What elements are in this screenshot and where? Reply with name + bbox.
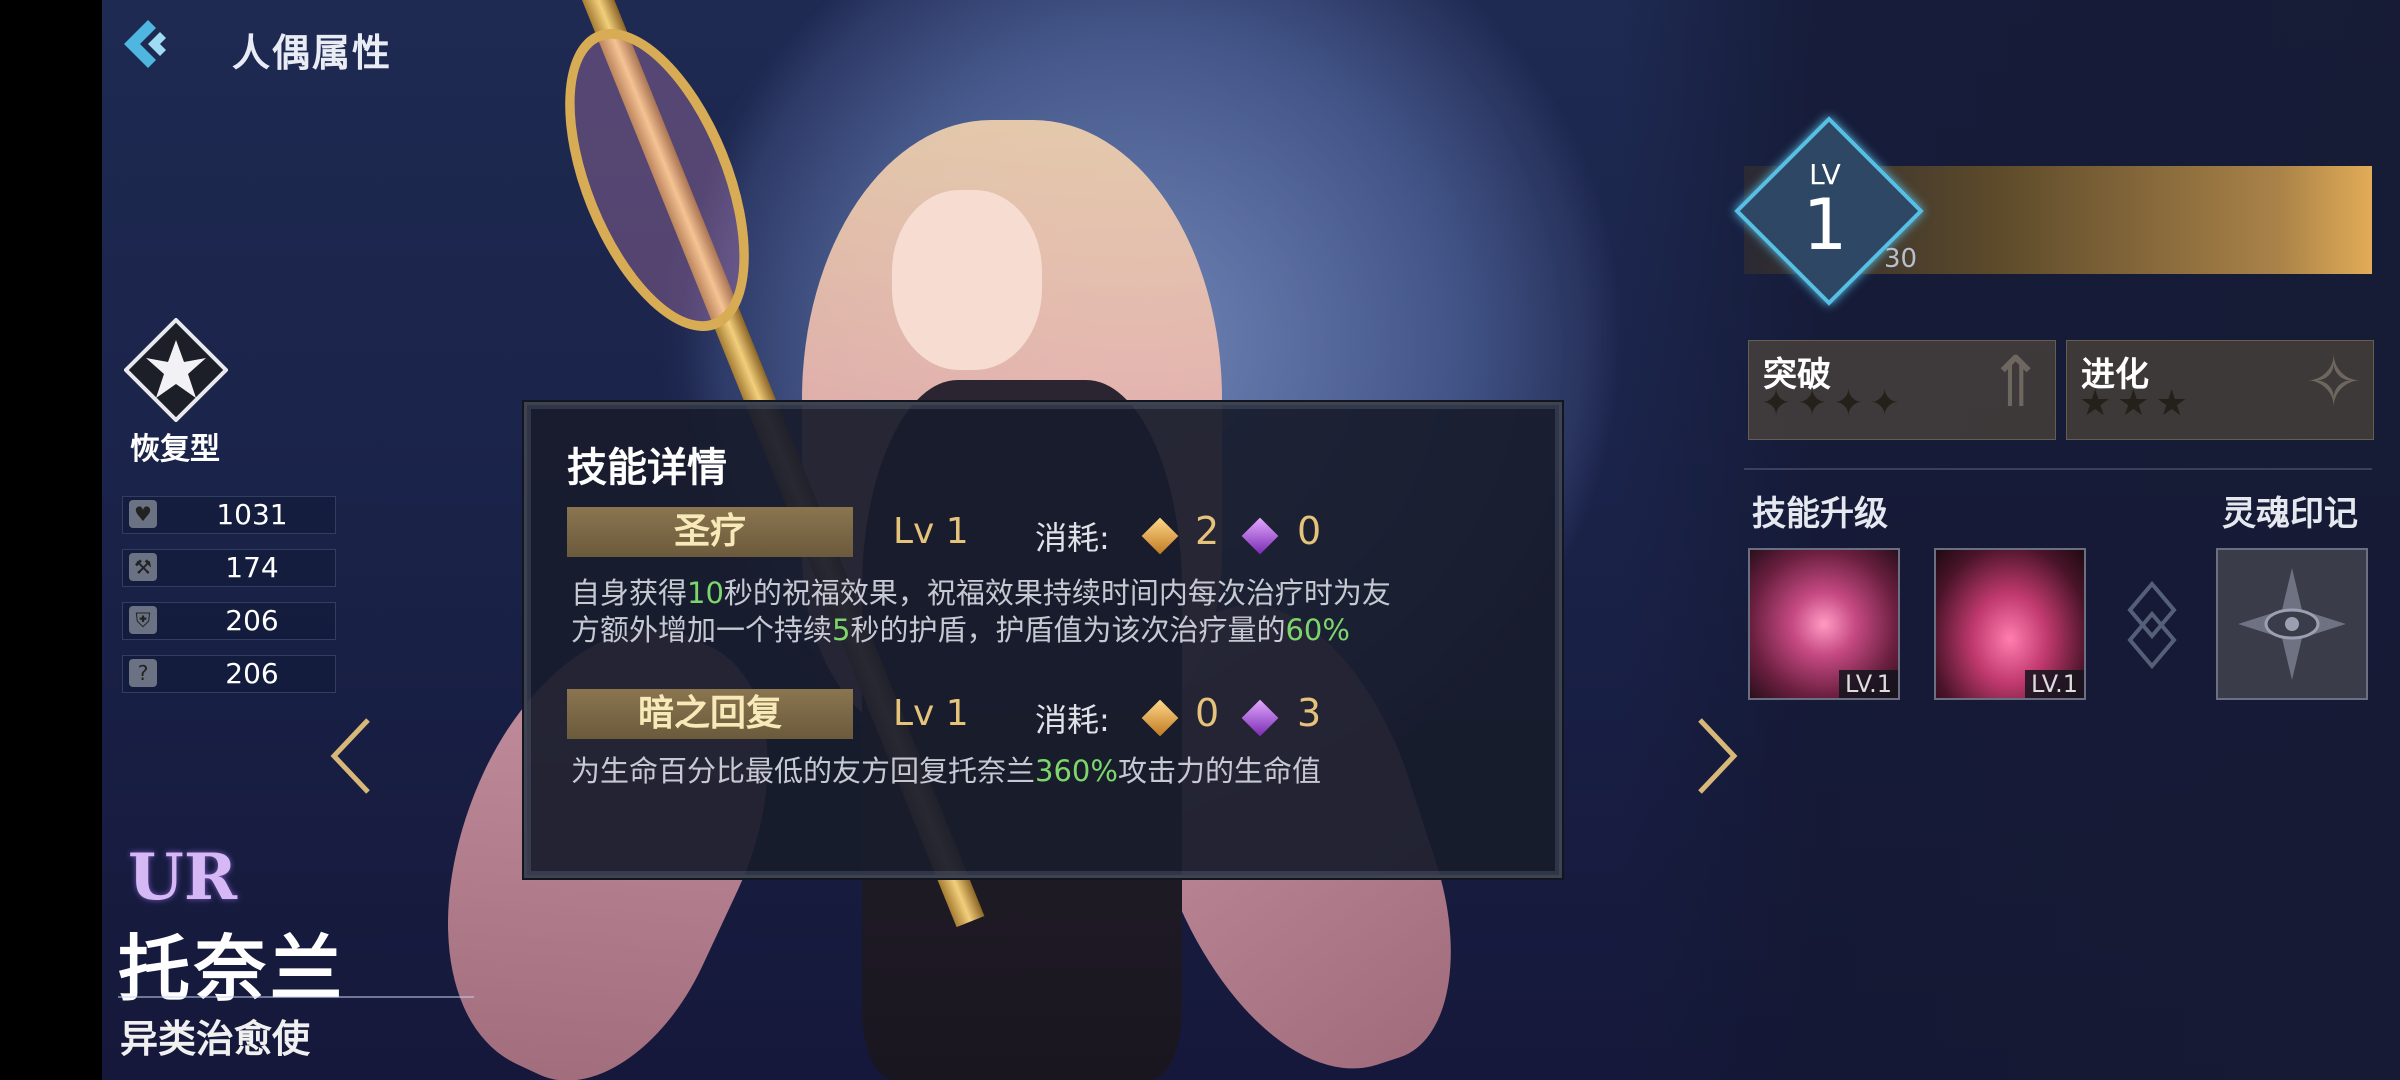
highlight-value: 60% bbox=[1285, 613, 1350, 647]
stat-value: 1031 bbox=[216, 498, 288, 531]
chain-link-icon bbox=[2127, 580, 2177, 670]
breakthrough-stars: ✦✦✦✦ bbox=[1761, 383, 1906, 424]
recovery-type-icon bbox=[123, 317, 229, 423]
purple-gem-icon bbox=[1241, 517, 1279, 555]
description-text: 攻击力的生命值 bbox=[1117, 754, 1321, 788]
back-button[interactable] bbox=[118, 14, 178, 74]
stat-hp: ♥ 1031 bbox=[122, 496, 336, 534]
cost-label: 消耗: bbox=[1035, 701, 1110, 739]
skill-level: Lv 1 bbox=[893, 511, 969, 552]
attack-icon: ⚒ bbox=[129, 553, 157, 581]
highlight-value: 5 bbox=[832, 613, 851, 647]
eye-emblem-icon bbox=[2238, 568, 2346, 680]
cost-label: 消耗: bbox=[1035, 519, 1110, 557]
highlight-value: 10 bbox=[687, 576, 724, 610]
skill-slot-1[interactable]: LV.1 bbox=[1748, 548, 1900, 700]
right-shade bbox=[1620, 0, 2400, 1080]
page-title: 人偶属性 bbox=[232, 31, 393, 75]
soul-mark-label: 灵魂印记 bbox=[2222, 494, 2358, 534]
evolution-emblem-icon: ✧ bbox=[2304, 341, 2363, 423]
level-value: 1 bbox=[1802, 184, 1848, 266]
skill-slot-2[interactable]: LV.1 bbox=[1934, 548, 2086, 700]
next-character-arrow-icon[interactable] bbox=[1692, 716, 1740, 796]
rarity-badge: UR bbox=[128, 840, 237, 915]
popup-title: 技能详情 bbox=[567, 445, 727, 491]
name-divider bbox=[118, 996, 474, 998]
skill-level: Lv 1 bbox=[893, 693, 969, 734]
stat-attack: ⚒ 174 bbox=[122, 549, 336, 587]
soul-mark-slot[interactable] bbox=[2216, 548, 2368, 700]
skill-name: 暗之回复 bbox=[567, 689, 853, 739]
character-name: 托奈兰 bbox=[118, 927, 347, 1011]
evolution-stars: ★★★ bbox=[2079, 383, 2194, 424]
evolution-button[interactable]: 进化 ★★★ ✧ bbox=[2066, 340, 2374, 440]
description-text: 为生命百分比最低的友方回复托奈兰 bbox=[571, 754, 1036, 788]
stat-value: 174 bbox=[225, 551, 279, 584]
skill-description: 自身获得10秒的祝福效果，祝福效果持续时间内每次治疗时为友方额外增加一个持续5秒… bbox=[571, 575, 1391, 649]
type-label: 恢复型 bbox=[130, 432, 220, 467]
gold-gem-icon bbox=[1141, 517, 1179, 555]
defense-icon: ⛨ bbox=[129, 606, 157, 634]
stat-value: 206 bbox=[225, 657, 279, 690]
back-arrow-icon bbox=[124, 20, 166, 68]
skill-description: 为生命百分比最低的友方回复托奈兰360%攻击力的生命值 bbox=[571, 753, 1391, 790]
skill-level-tag: LV.1 bbox=[2025, 670, 2084, 698]
skill-level-tag: LV.1 bbox=[1839, 670, 1898, 698]
highlight-value: 360% bbox=[1035, 754, 1118, 788]
breakthrough-button[interactable]: 突破 ✦✦✦✦ ⇑ bbox=[1748, 340, 2056, 440]
stat-value: 206 bbox=[225, 604, 279, 637]
description-text: 自身获得 bbox=[571, 576, 688, 610]
purple-cost: 3 bbox=[1297, 691, 1322, 735]
character-title: 异类治愈使 bbox=[120, 1017, 311, 1061]
gold-cost: 2 bbox=[1195, 509, 1220, 553]
up-arrow-icon: ⇑ bbox=[1986, 341, 2045, 423]
heart-icon: ♥ bbox=[129, 500, 157, 528]
description-text: 秒的护盾，护盾值为该次治疗量的 bbox=[850, 613, 1286, 647]
stat-defense: ⛨ 206 bbox=[122, 602, 336, 640]
level-max: 30 bbox=[1884, 244, 1918, 274]
skill-upgrade-label: 技能升级 bbox=[1752, 494, 1888, 534]
divider bbox=[1744, 468, 2372, 470]
purple-cost: 0 bbox=[1297, 509, 1322, 553]
character-face bbox=[892, 190, 1042, 370]
gold-gem-icon bbox=[1141, 699, 1179, 737]
stat-resist: ? 206 bbox=[122, 655, 336, 693]
resist-icon: ? bbox=[129, 659, 157, 687]
skill-detail-popup[interactable]: 技能详情 圣疗 Lv 1 消耗: 2 0 自身获得10秒的祝福效果，祝福效果持续… bbox=[524, 402, 1562, 878]
skill-name: 圣疗 bbox=[567, 507, 853, 557]
prev-character-arrow-icon[interactable] bbox=[328, 716, 376, 796]
gold-cost: 0 bbox=[1195, 691, 1220, 735]
purple-gem-icon bbox=[1241, 699, 1279, 737]
